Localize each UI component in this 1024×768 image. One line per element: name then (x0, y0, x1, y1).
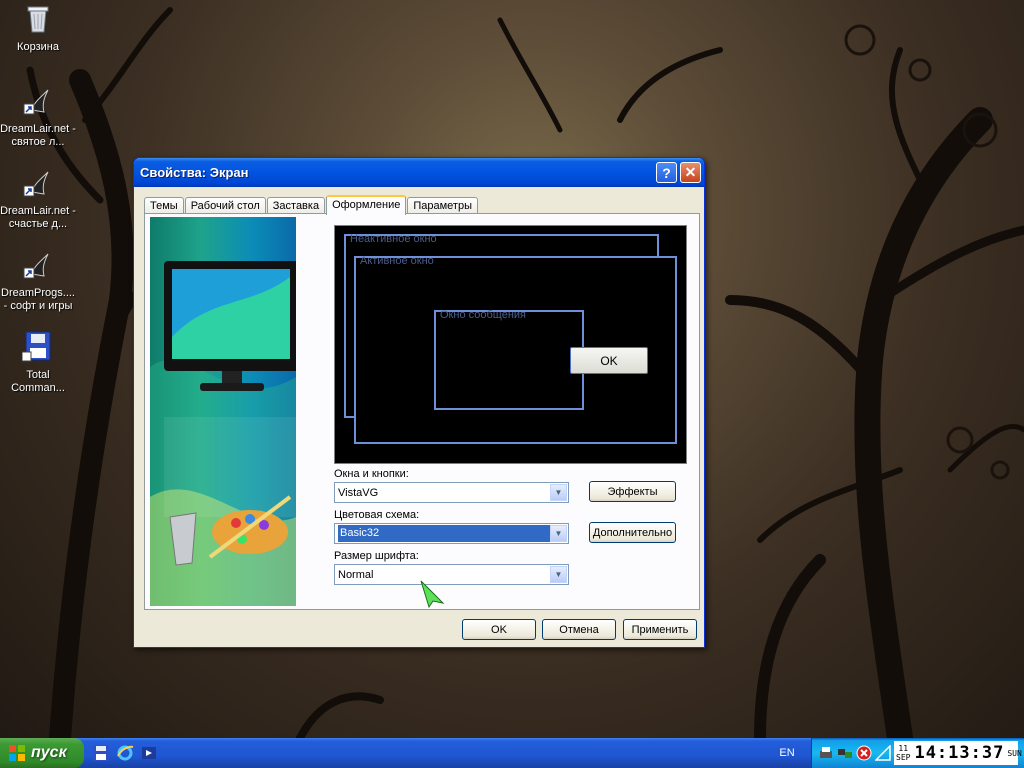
color-scheme-value: Basic32 (338, 525, 552, 542)
shortcut-icon (23, 253, 49, 279)
font-size-label: Размер шрифта: (334, 550, 419, 562)
ok-button[interactable]: OK (462, 619, 536, 640)
dreamlair-shortcut-1[interactable]: DreamLair.net - святое л... (0, 84, 76, 149)
preview-ok-button: OK (570, 347, 648, 374)
volume-icon[interactable] (875, 745, 891, 761)
windows-buttons-label: Окна и кнопки: (334, 468, 409, 480)
printer-icon[interactable] (818, 745, 834, 761)
start-button[interactable]: пуск (0, 738, 84, 768)
tab-settings[interactable]: Параметры (407, 197, 478, 214)
windows-buttons-select[interactable]: VistaVG ▼ (334, 482, 569, 503)
tab-appearance[interactable]: Оформление (326, 195, 407, 215)
floppy-icon (21, 331, 51, 362)
start-label: пуск (31, 744, 67, 761)
appearance-panel: Неактивное окно Активное окно Окно сообщ… (144, 213, 700, 610)
windows-logo-icon (9, 745, 25, 761)
shortcut-icon (23, 171, 49, 197)
color-scheme-select[interactable]: Basic32 ▼ (334, 523, 569, 544)
clock-date: 11 SEP (896, 744, 910, 762)
dreamprogs-shortcut[interactable]: DreamProgs.... - софт и игры (0, 248, 76, 313)
dreamlair-shortcut-2[interactable]: DreamLair.net - счастье д... (0, 166, 76, 231)
dialog-title: Свойства: Экран (140, 165, 249, 180)
language-indicator[interactable]: EN (772, 745, 802, 761)
quick-launch (92, 744, 158, 762)
clock-time: 14:13:37 (914, 743, 1005, 763)
network-icon[interactable] (837, 745, 853, 761)
display-properties-dialog: Свойства: Экран ? ✕ Темы Рабочий стол За… (133, 157, 705, 648)
clock-day: 11 (898, 744, 909, 753)
preview-message-caption: Окно сообщения (440, 309, 526, 321)
clock-month: SEP (896, 753, 911, 762)
tab-screensaver[interactable]: Заставка (266, 197, 326, 214)
advanced-button[interactable]: Дополнительно (589, 522, 676, 543)
taskbar: пуск EN 11 SEP 14:13:37 SUN (0, 738, 1024, 768)
recycle-bin-shortcut[interactable]: Корзина (0, 2, 76, 54)
media-icon[interactable] (140, 744, 158, 762)
dialog-client: Темы Рабочий стол Заставка Оформление Па… (138, 187, 700, 643)
security-alert-icon[interactable] (856, 745, 872, 761)
tab-desktop[interactable]: Рабочий стол (184, 197, 266, 214)
tab-themes[interactable]: Темы (144, 197, 184, 214)
preview-message-box: Окно сообщения OK (434, 309, 648, 410)
desktop-icon-label: DreamLair.net - святое л... (0, 123, 76, 148)
font-size-select[interactable]: Normal ▼ (334, 564, 569, 585)
font-size-value: Normal (338, 568, 374, 581)
appearance-preview: Неактивное окно Активное окно Окно сообщ… (334, 225, 687, 464)
color-scheme-label: Цветовая схема: (334, 509, 420, 521)
apply-button[interactable]: Применить (623, 619, 697, 640)
recycle-bin-icon (27, 6, 49, 33)
windows-buttons-value: VistaVG (338, 486, 379, 499)
chevron-down-icon[interactable]: ▼ (550, 525, 567, 542)
system-tray: 11 SEP 14:13:37 SUN (811, 738, 1024, 768)
effects-button[interactable]: Эффекты (589, 481, 676, 502)
internet-explorer-icon[interactable] (116, 744, 134, 762)
desktop-icon-label: Корзина (17, 41, 59, 53)
mouse-cursor-icon (420, 580, 445, 609)
chevron-down-icon[interactable]: ▼ (550, 566, 567, 583)
desktop-icon-label: DreamLair.net - счастье д... (0, 205, 76, 230)
chevron-down-icon[interactable]: ▼ (550, 484, 567, 501)
decorative-sidebar (150, 217, 296, 606)
floppy-icon[interactable] (92, 744, 110, 762)
tab-strip: Темы Рабочий стол Заставка Оформление Па… (144, 195, 479, 215)
cancel-button[interactable]: Отмена (542, 619, 616, 640)
desktop-icon-label: DreamProgs.... - софт и игры (1, 287, 75, 312)
shortcut-icon (23, 89, 49, 115)
dialog-titlebar[interactable]: Свойства: Экран ? ✕ (134, 158, 704, 187)
preview-active-caption: Активное окно (360, 255, 434, 267)
clock-weekday: SUN (1007, 748, 1022, 758)
monitor-paint-illustration (150, 261, 296, 606)
desktop-icon-label: Total Comman... (11, 369, 65, 394)
clock[interactable]: 11 SEP 14:13:37 SUN (894, 741, 1022, 765)
close-button[interactable]: ✕ (680, 162, 701, 183)
preview-inactive-caption: Неактивное окно (350, 233, 437, 245)
help-button[interactable]: ? (656, 162, 677, 183)
total-commander-shortcut[interactable]: Total Comman... (0, 330, 76, 395)
